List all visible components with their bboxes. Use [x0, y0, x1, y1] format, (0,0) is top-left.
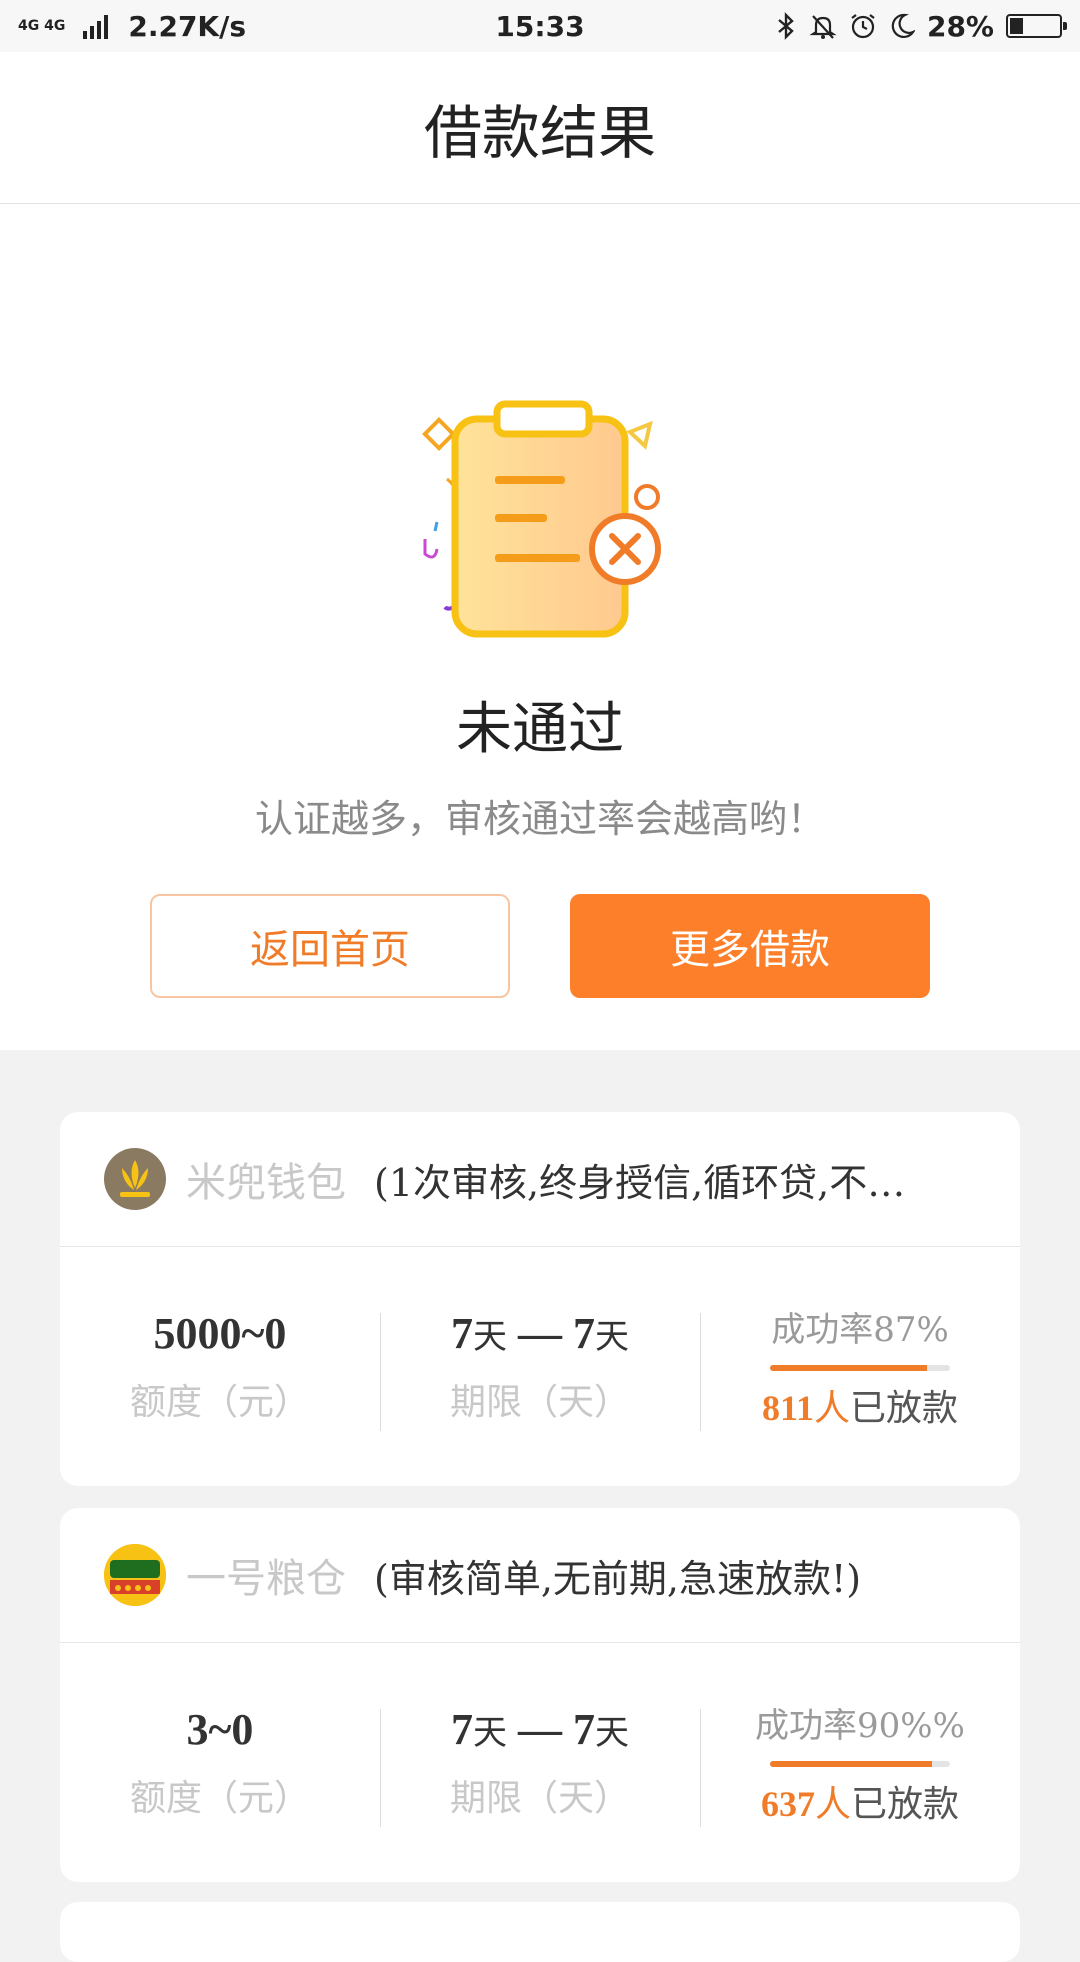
success-rate: 成功率90%%	[755, 1705, 965, 1746]
amount-value: 5000~0	[153, 1308, 287, 1358]
lender-card[interactable]: 一号粮仓 (审核简单,无前期,急速放款!) 3~0 额度（元） 7天 — 7天 …	[60, 1508, 1020, 1882]
signal-icon	[83, 13, 109, 39]
lender-name: 米兜钱包	[186, 1160, 346, 1206]
lender-logo	[104, 1544, 166, 1606]
page-title: 借款结果	[423, 98, 656, 167]
lender-promo: (审核简单,无前期,急速放款!)	[374, 1556, 862, 1601]
success-progress-bar	[770, 1364, 950, 1371]
success-column: 成功率90%% 637人已放款	[700, 1697, 1020, 1827]
term-column: 7天 — 7天 期限（天）	[380, 1697, 700, 1827]
success-progress-bar	[770, 1760, 950, 1767]
lender-promo: (1次审核,终身授信,循环贷,不…	[374, 1160, 906, 1205]
amount-label: 额度（元）	[129, 1777, 310, 1819]
bluetooth-icon	[778, 12, 794, 40]
network-speed: 2.27K/s	[128, 9, 247, 43]
more-loans-button[interactable]: 更多借款	[570, 894, 930, 998]
battery-percent: 28%	[926, 9, 994, 43]
term-label: 期限（天）	[449, 1777, 630, 1819]
term-label: 期限（天）	[449, 1381, 630, 1423]
term-value: 7天 — 7天	[451, 1308, 629, 1358]
granary-logo-icon	[104, 1544, 166, 1606]
loaned-count: 637人已放款	[760, 1783, 960, 1825]
status-title: 未通过	[456, 697, 624, 762]
term-value: 7天 — 7天	[451, 1704, 629, 1754]
success-column: 成功率87% 811人已放款	[700, 1301, 1020, 1431]
network-type: 4G 4G	[18, 18, 66, 34]
moon-icon	[891, 13, 915, 39]
alarm-icon	[851, 14, 875, 39]
lender-card-header: 一号粮仓 (审核简单,无前期,急速放款!)	[60, 1508, 1020, 1643]
status-bar: 4G 4G 2.27K/s 15:33 28%	[0, 0, 1080, 52]
amount-label: 额度（元）	[129, 1381, 310, 1423]
clock: 15:33	[495, 9, 585, 43]
title-bar: 借款结果	[0, 52, 1080, 204]
amount-column: 3~0 额度（元）	[60, 1697, 380, 1827]
lender-card-header: 米兜钱包 (1次审核,终身授信,循环贷,不…	[60, 1112, 1020, 1247]
battery-icon	[1006, 14, 1067, 38]
result-panel: 未通过 认证越多，审核通过率会越高哟！ 返回首页 更多借款	[0, 204, 1080, 1050]
lender-card[interactable]	[60, 1902, 1020, 1962]
amount-column: 5000~0 额度（元）	[60, 1301, 380, 1431]
lender-card[interactable]: 米兜钱包 (1次审核,终身授信,循环贷,不… 5000~0 额度（元） 7天 —…	[60, 1112, 1020, 1486]
return-home-button[interactable]: 返回首页	[150, 894, 510, 998]
wheat-logo-icon	[120, 1160, 150, 1197]
status-subtitle: 认证越多，审核通过率会越高哟！	[254, 797, 825, 841]
success-rate: 成功率87%	[771, 1309, 949, 1350]
lender-name: 一号粮仓	[186, 1556, 346, 1602]
lender-logo	[104, 1148, 166, 1210]
loaned-count: 811人已放款	[761, 1387, 959, 1429]
term-column: 7天 — 7天 期限（天）	[380, 1301, 700, 1431]
bell-off-icon	[809, 15, 837, 39]
amount-value: 3~0	[186, 1704, 254, 1754]
rejected-clipboard-icon	[422, 400, 661, 638]
